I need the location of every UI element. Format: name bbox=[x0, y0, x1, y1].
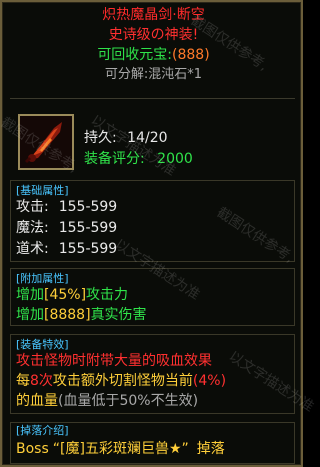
extra-prefix: 增加 bbox=[16, 287, 44, 303]
recycle-label: 可回收元宝: bbox=[97, 47, 173, 63]
drop-quote: “ bbox=[52, 441, 61, 457]
attr-value: 155-599 bbox=[58, 199, 118, 215]
durability-label: 持久: bbox=[84, 130, 117, 146]
drop-suffix: 掉落 bbox=[196, 441, 225, 457]
item-rarity: 史诗级の神装! bbox=[108, 27, 199, 43]
attr-label: 攻击: bbox=[16, 199, 49, 215]
extra-bracket: [8888] bbox=[44, 307, 91, 323]
decompose-line: 可分解:混沌石*1 bbox=[104, 67, 203, 82]
special-line-3: 的血量(血量低于50%不生效) bbox=[16, 392, 198, 410]
item-icon-frame[interactable] bbox=[18, 114, 74, 170]
divider bbox=[10, 98, 295, 99]
recycle-line: 可回收元宝:(888) bbox=[2, 46, 305, 64]
sword-icon bbox=[20, 116, 72, 168]
drop-quote: ” bbox=[181, 441, 189, 457]
attr-value: 155-599 bbox=[58, 241, 118, 257]
special-text: 攻击额外切割怪物当前 bbox=[52, 373, 193, 389]
special-note: (血量低于50%不生效) bbox=[58, 393, 199, 409]
extra-attrs-title: [附加属性] bbox=[16, 272, 69, 285]
durability-value: 14/20 bbox=[127, 130, 168, 146]
recycle-value: (888) bbox=[172, 47, 210, 63]
extra-attr-row: 增加[45%]攻击力 bbox=[16, 286, 128, 304]
special-text: 的血量 bbox=[16, 393, 58, 409]
drop-boss-name: [魔]五彩斑斓巨兽★ bbox=[60, 441, 182, 457]
durability: 持久: 14/20 bbox=[84, 129, 168, 147]
attr-magic: 魔法: 155-599 bbox=[16, 219, 117, 237]
attr-label: 魔法: bbox=[16, 220, 49, 236]
extra-suffix: 攻击力 bbox=[86, 287, 129, 303]
special-title: [装备特效] bbox=[16, 338, 69, 351]
attr-attack: 攻击: 155-599 bbox=[16, 198, 117, 216]
equip-score: 装备评分: 2000 bbox=[84, 150, 193, 168]
item-tooltip: 炽热魔晶剑·断空 史诗级の神装! 可回收元宝:(888) 可分解:混沌石*1 持… bbox=[0, 0, 317, 467]
base-attrs-title: [基础属性] bbox=[16, 184, 69, 197]
score-value: 2000 bbox=[157, 151, 193, 167]
special-percent: (4%) bbox=[192, 373, 227, 389]
attr-label: 道术: bbox=[16, 241, 49, 257]
drop-boss-prefix: Boss bbox=[16, 441, 49, 457]
special-line-2: 每8次攻击额外切割怪物当前(4%) bbox=[16, 372, 226, 390]
drop-line: Boss “[魔]五彩斑斓巨兽★” 掉落 bbox=[16, 440, 225, 458]
special-text: 每 bbox=[16, 373, 30, 389]
drop-title: [掉落介绍] bbox=[16, 424, 69, 437]
special-count: 8次 bbox=[30, 373, 53, 389]
extra-bracket: [45%] bbox=[44, 287, 87, 303]
extra-attr-row: 增加[8888]真实伤害 bbox=[16, 306, 147, 324]
item-name: 炽热魔晶剑·断空 bbox=[102, 7, 205, 23]
attr-taoism: 道术: 155-599 bbox=[16, 240, 117, 258]
special-line-1: 攻击怪物时附带大量的吸血效果 bbox=[16, 353, 212, 369]
extra-prefix: 增加 bbox=[16, 307, 44, 323]
extra-suffix: 真实伤害 bbox=[90, 307, 147, 323]
attr-value: 155-599 bbox=[58, 220, 118, 236]
score-label: 装备评分: bbox=[84, 151, 145, 167]
